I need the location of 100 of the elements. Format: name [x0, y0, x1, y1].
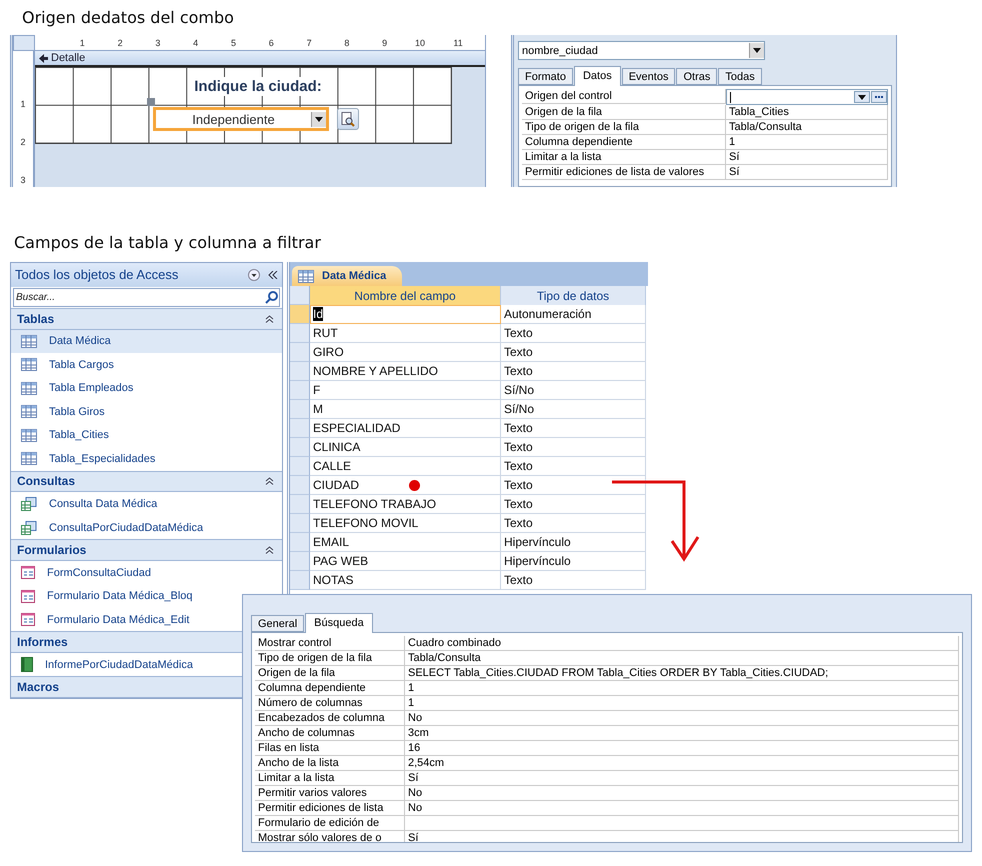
- row-selector[interactable]: [290, 533, 310, 552]
- property-tab[interactable]: Eventos: [622, 68, 676, 85]
- row-selector[interactable]: [290, 419, 310, 438]
- data-type-cell[interactable]: Sí/No: [501, 381, 646, 400]
- property-name: Número de columnas: [255, 696, 405, 711]
- dropdown-button[interactable]: [854, 91, 870, 103]
- collapse-icon: [39, 54, 48, 62]
- data-type-cell[interactable]: Autonumeración: [501, 305, 646, 324]
- dropdown-icon: [753, 48, 761, 53]
- property-name: Origen del control: [522, 89, 726, 104]
- table-icon: [21, 334, 37, 348]
- dropdown-icon[interactable]: [248, 268, 260, 281]
- ruler-number: 8: [343, 38, 350, 48]
- property-name: Encabezados de columna: [255, 711, 405, 726]
- field-name-cell[interactable]: CIUDAD: [310, 476, 501, 495]
- property-value: 1: [405, 696, 959, 711]
- data-type-cell[interactable]: Texto: [501, 476, 646, 495]
- property-tab[interactable]: Datos: [574, 66, 621, 86]
- field-name-cell[interactable]: F: [310, 381, 501, 400]
- row-selector[interactable]: [290, 381, 310, 400]
- row-selector[interactable]: [290, 324, 310, 343]
- data-type-cell[interactable]: Hipervínculo: [501, 552, 646, 571]
- table-icon: [21, 428, 37, 442]
- ruler-number: 5: [230, 38, 236, 48]
- ruler-number: 7: [306, 38, 312, 48]
- search-field[interactable]: Buscar...: [13, 288, 280, 308]
- row-selector[interactable]: [290, 362, 310, 381]
- field-name-cell[interactable]: TELEFONO TRABAJO: [310, 495, 501, 514]
- row-selector[interactable]: [290, 457, 310, 476]
- ruler-number: 3: [154, 38, 160, 48]
- field-name-cell[interactable]: M: [310, 400, 501, 419]
- ruler-number: 1: [78, 38, 85, 48]
- field-name-cell[interactable]: Id: [310, 305, 501, 324]
- query-icon: [21, 520, 37, 535]
- row-selector[interactable]: [290, 552, 310, 571]
- field-name-cell[interactable]: RUT: [310, 324, 501, 343]
- document-tab[interactable]: Data Médica: [292, 266, 402, 286]
- group-header[interactable]: Tablas: [11, 308, 282, 330]
- row-selector[interactable]: [290, 476, 310, 495]
- ruler-number: 10: [414, 38, 425, 48]
- select-all-corner[interactable]: [290, 286, 310, 305]
- move-handle[interactable]: [147, 98, 155, 106]
- property-value: 16: [405, 741, 959, 756]
- object-select[interactable]: nombre_ciudad: [518, 41, 765, 60]
- field-name-cell[interactable]: EMAIL: [310, 533, 501, 552]
- section-title: Campos de la tabla y columna a filtrar: [13, 232, 322, 254]
- property-name: Origen de la fila: [522, 105, 726, 120]
- section-bar[interactable]: Detalle: [35, 51, 485, 67]
- build-button[interactable]: [871, 91, 887, 103]
- data-type-cell[interactable]: Texto: [501, 362, 646, 381]
- data-type-cell[interactable]: Texto: [501, 343, 646, 362]
- field-name-cell[interactable]: ESPECIALIDAD: [310, 419, 501, 438]
- data-type-cell[interactable]: Hipervínculo: [501, 533, 646, 552]
- search-icon: [265, 290, 279, 304]
- property-tab[interactable]: Formato: [518, 68, 573, 85]
- property-value: No: [405, 786, 959, 801]
- row-selector[interactable]: [290, 495, 310, 514]
- form-icon: [21, 566, 35, 580]
- field-name-cell[interactable]: NOMBRE Y APELLIDO: [310, 362, 501, 381]
- group-header[interactable]: Consultas: [11, 470, 282, 492]
- property-name: Columna dependiente: [522, 135, 726, 150]
- property-name: Tipo de origen de la fila: [255, 651, 405, 666]
- row-selector[interactable]: [290, 343, 310, 362]
- ruler-number: 2: [20, 137, 26, 147]
- field-name-cell[interactable]: GIRO: [310, 343, 501, 362]
- row-selector[interactable]: [290, 305, 310, 324]
- preview-button[interactable]: [337, 108, 359, 130]
- property-tab[interactable]: Otras: [676, 68, 718, 85]
- data-type-cell[interactable]: Texto: [501, 419, 646, 438]
- data-type-cell[interactable]: Texto: [501, 571, 646, 590]
- data-type-cell[interactable]: Sí/No: [501, 400, 646, 419]
- table-icon: [21, 358, 37, 372]
- property-tab[interactable]: General: [251, 615, 304, 632]
- data-type-cell[interactable]: Texto: [501, 495, 646, 514]
- property-name: Limitar a la lista: [522, 150, 726, 165]
- report-icon: [21, 657, 33, 672]
- nav-item[interactable]: Data Médica: [11, 330, 282, 354]
- group-header[interactable]: Formularios: [11, 539, 282, 561]
- property-name: Permitir varios valores: [255, 786, 405, 801]
- collapse-icon[interactable]: [268, 270, 278, 279]
- data-type-cell[interactable]: Texto: [501, 324, 646, 343]
- property-tab[interactable]: Búsqueda: [305, 613, 373, 633]
- table-icon: [21, 452, 37, 466]
- row-selector[interactable]: [290, 438, 310, 457]
- data-type-cell[interactable]: Texto: [501, 438, 646, 457]
- row-selector[interactable]: [290, 514, 310, 533]
- field-name-cell[interactable]: TELEFONO MOVIL: [310, 514, 501, 533]
- dot-marker: [409, 480, 420, 490]
- field-name-cell[interactable]: PAG WEB: [310, 552, 501, 571]
- data-type-cell[interactable]: Texto: [501, 514, 646, 533]
- field-name-cell[interactable]: CLINICA: [310, 438, 501, 457]
- combo-box[interactable]: Independiente: [153, 107, 329, 131]
- field-name-cell[interactable]: CALLE: [310, 457, 501, 476]
- data-type-cell[interactable]: Texto: [501, 457, 646, 476]
- row-selector[interactable]: [290, 400, 310, 419]
- column-header: Tipo de datos: [501, 286, 646, 305]
- field-name-cell[interactable]: NOTAS: [310, 571, 501, 590]
- property-value-field[interactable]: [726, 89, 888, 105]
- property-tab[interactable]: Todas: [718, 68, 762, 85]
- row-selector[interactable]: [290, 571, 310, 590]
